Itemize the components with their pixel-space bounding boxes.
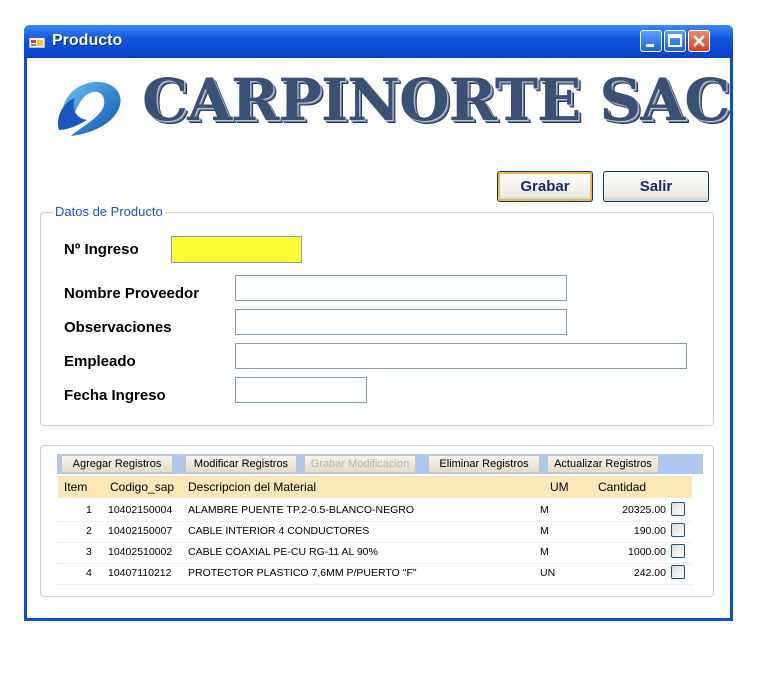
modify-records-button[interactable]: Modificar Registros: [185, 455, 297, 473]
maximize-button[interactable]: [664, 30, 686, 52]
header-cantidad: Cantidad: [598, 480, 647, 494]
add-records-button[interactable]: Agregar Registros: [61, 455, 173, 473]
records-toolbar: Agregar Registros Modificar Registros Gr…: [57, 454, 703, 474]
cell-qty: 190.00: [633, 525, 666, 537]
grid-header: Item Codigo_sap Descripcion del Material…: [58, 476, 692, 498]
cell-code: 10402510002: [108, 546, 173, 558]
cell-code: 10402150004: [108, 504, 173, 516]
client-area: CARPINORTE SAC Grabar Salir Datos de Pro…: [27, 58, 730, 618]
cell-desc: PROTECTOR PLASTICO 7,6MM P/PUERTO "F": [188, 567, 417, 579]
cell-item: 4: [86, 567, 92, 579]
table-row[interactable]: 2 10402150007 CABLE INTERIOR 4 CONDUCTOR…: [58, 521, 692, 543]
cell-um: UN: [540, 567, 556, 579]
cell-desc: CABLE COAXIAL PE-CU RG-11 AL 90%: [188, 546, 378, 558]
cell-um: M: [540, 546, 549, 558]
cell-item: 2: [86, 525, 92, 537]
cell-code: 10402150007: [108, 525, 173, 537]
row-checkbox[interactable]: [671, 523, 685, 537]
header-um: UM: [550, 480, 569, 494]
cell-desc: ALAMBRE PUENTE TP.2-0.5-BLANCO-NEGRO: [188, 504, 415, 516]
row-checkbox[interactable]: [671, 565, 685, 579]
window-title: Producto: [52, 32, 123, 49]
header-item: Item: [64, 480, 88, 494]
minimize-button[interactable]: [640, 30, 662, 52]
cell-qty: 242.00: [633, 567, 666, 579]
observaciones-field[interactable]: [235, 309, 567, 335]
table-row[interactable]: 1 10402150004 ALAMBRE PUENTE TP.2-0.5-BL…: [58, 500, 692, 522]
company-name: CARPINORTE SAC: [142, 66, 730, 134]
group-legend: Datos de Producto: [53, 204, 165, 219]
exit-button[interactable]: Salir: [603, 171, 709, 202]
proveedor-field[interactable]: [235, 275, 567, 301]
maximize-icon: [668, 34, 682, 47]
header-codigo: Codigo_sap: [110, 480, 175, 494]
cell-qty: 1000.00: [628, 546, 666, 558]
cell-qty: 20325.00: [622, 504, 666, 516]
cell-item: 3: [86, 546, 92, 558]
proveedor-label: Nombre Proveedor: [64, 285, 200, 302]
delete-records-button[interactable]: Eliminar Registros: [428, 455, 540, 473]
table-row[interactable]: 3 10402510002 CABLE COAXIAL PE-CU RG-11 …: [58, 542, 692, 564]
cell-desc: CABLE INTERIOR 4 CONDUCTORES: [188, 525, 370, 537]
cell-um: M: [540, 504, 549, 516]
fecha-field[interactable]: [235, 377, 367, 403]
save-button[interactable]: Grabar: [497, 171, 593, 202]
refresh-records-button[interactable]: Actualizar Registros: [547, 455, 659, 473]
ingreso-field[interactable]: [171, 236, 302, 263]
minimize-icon: [646, 44, 654, 47]
cell-item: 1: [86, 504, 92, 516]
ingreso-label: Nº Ingreso: [64, 241, 139, 258]
company-logo: [57, 81, 121, 136]
row-checkbox[interactable]: [671, 502, 685, 516]
close-button[interactable]: [688, 30, 710, 52]
table-row[interactable]: 4 10407110212 PROTECTOR PLASTICO 7,6MM P…: [58, 563, 692, 585]
app-icon: [29, 34, 45, 48]
close-icon: [693, 35, 705, 47]
empleado-field[interactable]: [235, 343, 687, 369]
empleado-label: Empleado: [64, 353, 136, 370]
cell-um: M: [540, 525, 549, 537]
header-descripcion: Descripcion del Material: [188, 480, 317, 494]
save-modification-button[interactable]: Grabar Modificacion: [304, 455, 416, 473]
row-checkbox[interactable]: [671, 544, 685, 558]
cell-code: 10407110212: [108, 567, 172, 579]
fecha-label: Fecha Ingreso: [64, 387, 166, 404]
producto-window: Producto CARPINORTE SAC Grabar Salir Dat…: [24, 25, 733, 621]
title-bar[interactable]: Producto: [24, 25, 733, 58]
observaciones-label: Observaciones: [64, 319, 172, 336]
